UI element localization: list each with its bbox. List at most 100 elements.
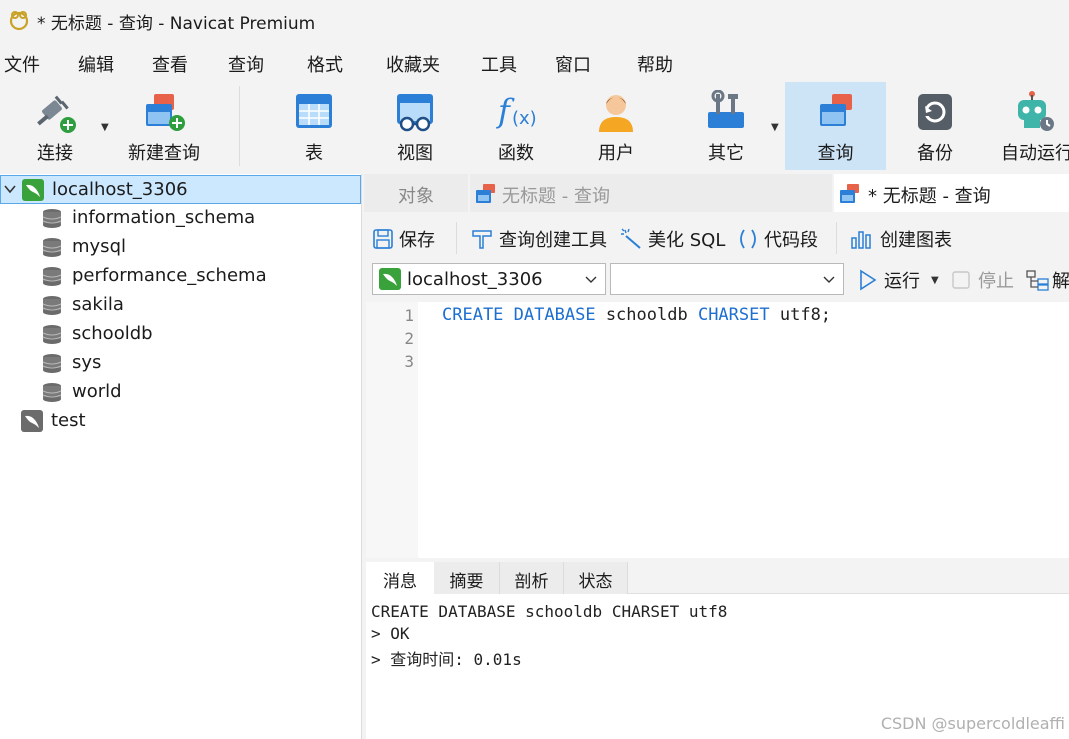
selector-row: localhost_3306 运行 ▼ 停止 解 — [364, 262, 1069, 298]
tree-connection-label: localhost_3306 — [52, 179, 188, 200]
menu-window[interactable]: 窗口 — [555, 51, 591, 77]
view-label: 视图 — [397, 143, 433, 164]
tree-db-information-schema[interactable]: information_schema — [0, 204, 361, 233]
menu-view[interactable]: 查看 — [152, 51, 188, 77]
query-toolbar: 保存 查询创建工具 美化 SQL 代码段 创建图表 — [364, 216, 1069, 260]
new-query-label: 新建查询 — [128, 143, 200, 164]
backup-button[interactable]: 备份 — [891, 82, 979, 170]
play-icon — [860, 269, 877, 291]
tab-query-1-label: 无标题 - 查询 — [502, 186, 610, 207]
tree-connection-localhost[interactable]: localhost_3306 — [0, 175, 361, 204]
tab-summary[interactable]: 摘要 — [434, 562, 500, 594]
database-icon — [42, 354, 62, 373]
connect-dropdown-icon[interactable]: ▼ — [101, 122, 109, 133]
menu-edit[interactable]: 编辑 — [78, 51, 114, 77]
stop-label: 停止 — [978, 271, 1014, 292]
menu-query[interactable]: 查询 — [228, 51, 264, 77]
tab-query-2-label: * 无标题 - 查询 — [868, 186, 991, 207]
new-query-icon — [146, 94, 185, 131]
run-button[interactable]: 运行 — [858, 267, 920, 293]
tree-db-schooldb[interactable]: schooldb — [0, 320, 361, 349]
beautify-sql-button[interactable]: 美化 SQL — [620, 226, 725, 252]
create-chart-button[interactable]: 创建图表 — [850, 226, 952, 252]
result-tab-bar: 消息 摘要 剖析 状态 — [366, 562, 1069, 594]
tree-db-world[interactable]: world — [0, 378, 361, 407]
create-chart-label: 创建图表 — [880, 230, 952, 251]
sql-editor[interactable]: 1 2 3 CREATE DATABASE schooldb CHARSET u… — [366, 302, 1069, 558]
menu-file[interactable]: 文件 — [4, 51, 40, 77]
sql-code-line[interactable]: CREATE DATABASE schooldb CHARSET utf8; — [442, 305, 831, 325]
function-button[interactable]: f (x) 函数 — [472, 82, 560, 170]
function-icon: f (x) — [496, 92, 537, 130]
snippet-button[interactable]: 代码段 — [736, 226, 818, 252]
query-icon — [840, 184, 859, 203]
tree-db-label: schooldb — [72, 323, 153, 344]
connection-select-value: localhost_3306 — [407, 269, 543, 290]
query-builder-icon — [472, 230, 492, 249]
magic-wand-icon — [621, 228, 641, 249]
tab-objects-label: 对象 — [398, 186, 434, 207]
tab-status[interactable]: 状态 — [564, 562, 628, 594]
other-label: 其它 — [708, 143, 744, 164]
run-dropdown-icon[interactable]: ▼ — [931, 275, 939, 286]
tree-db-sakila[interactable]: sakila — [0, 291, 361, 320]
database-icon — [42, 325, 62, 344]
view-icon — [397, 94, 433, 132]
other-dropdown-icon[interactable]: ▼ — [771, 122, 779, 133]
tab-query-2[interactable]: * 无标题 - 查询 — [834, 174, 1069, 212]
beautify-sql-label: 美化 SQL — [648, 230, 726, 251]
bar-chart-icon — [851, 231, 871, 249]
connection-select[interactable]: localhost_3306 — [372, 263, 606, 295]
table-label: 表 — [305, 143, 323, 164]
watermark: CSDN @supercoldleaffi — [880, 714, 1065, 733]
line-number-gutter: 1 2 3 — [366, 302, 418, 558]
tab-profile[interactable]: 剖析 — [500, 562, 564, 594]
tab-messages[interactable]: 消息 — [366, 562, 434, 594]
database-icon — [42, 238, 62, 257]
connect-button[interactable]: 连接 — [10, 82, 100, 170]
tree-db-label: world — [72, 381, 122, 402]
window-title: * 无标题 - 查询 - Navicat Premium — [37, 14, 316, 34]
run-label: 运行 — [884, 271, 920, 292]
toolbar-divider — [456, 222, 457, 254]
mysql-connection-icon — [379, 268, 401, 290]
menu-favorites[interactable]: 收藏夹 — [386, 51, 440, 77]
tree-db-sys[interactable]: sys — [0, 349, 361, 378]
automation-label: 自动运行 — [1001, 143, 1069, 164]
tab-objects[interactable]: 对象 — [364, 174, 468, 212]
menu-help[interactable]: 帮助 — [637, 51, 673, 77]
user-button[interactable]: 用户 — [572, 82, 660, 170]
brackets-icon — [740, 229, 756, 249]
chevron-down-icon[interactable] — [3, 182, 17, 196]
menu-format[interactable]: 格式 — [307, 51, 343, 77]
line-number: 1 — [404, 306, 414, 325]
title-bar: * 无标题 - 查询 - Navicat Premium — [0, 0, 1069, 42]
database-select[interactable] — [610, 263, 844, 295]
tree-connection-label: test — [51, 410, 86, 431]
chevron-down-icon — [823, 276, 835, 283]
automation-button[interactable]: 自动运行 — [995, 82, 1069, 170]
view-button[interactable]: 视图 — [371, 82, 459, 170]
stop-button[interactable]: 停止 — [952, 267, 1014, 293]
query-builder-button[interactable]: 查询创建工具 — [470, 226, 607, 252]
menu-tools[interactable]: 工具 — [481, 51, 517, 77]
query-button[interactable]: 查询 — [785, 82, 886, 170]
navicat-logo-icon — [9, 11, 29, 31]
tab-query-1[interactable]: 无标题 - 查询 — [470, 174, 832, 212]
toolbar-divider — [836, 222, 837, 254]
tree-db-mysql[interactable]: mysql — [0, 233, 361, 262]
tree-connection-test[interactable]: test — [0, 407, 361, 436]
new-query-button[interactable]: 新建查询 — [120, 82, 208, 170]
other-button[interactable]: 其它 — [682, 82, 770, 170]
mysql-connection-icon — [22, 179, 44, 201]
save-label: 保存 — [399, 230, 435, 251]
save-button[interactable]: 保存 — [372, 226, 435, 252]
explain-button[interactable]: 解 — [1026, 267, 1069, 293]
sql-keyword: CHARSET — [697, 305, 770, 325]
tree-db-performance-schema[interactable]: performance_schema — [0, 262, 361, 291]
table-button[interactable]: 表 — [270, 82, 358, 170]
sql-value: utf8; — [779, 305, 832, 325]
chevron-down-icon — [585, 276, 597, 283]
main-toolbar: 连接 ▼ 新建查询 表 视图 f (x) 函数 用户 其它 ▼ 查询 备份 自动… — [0, 82, 1069, 172]
backup-label: 备份 — [917, 143, 953, 164]
